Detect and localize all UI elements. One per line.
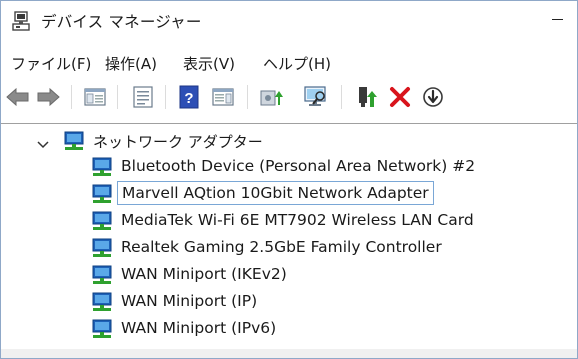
toolbar-separator bbox=[165, 85, 166, 109]
device-manager-app-icon bbox=[12, 11, 30, 31]
toolbar-separator bbox=[341, 85, 342, 109]
enable-device-button[interactable] bbox=[353, 83, 381, 111]
menu-help[interactable]: ヘルプ(H) bbox=[263, 53, 331, 74]
uninstall-device-button[interactable] bbox=[386, 83, 414, 111]
device-tree: ネットワーク アダプター Bluetooth Device (Personal … bbox=[1, 123, 577, 358]
menu-action[interactable]: 操作(A) bbox=[105, 53, 157, 74]
back-arrow-icon bbox=[6, 87, 29, 107]
network-adapter-icon bbox=[63, 131, 85, 151]
network-adapter-icon bbox=[91, 184, 113, 204]
horizontal-scrollbar[interactable] bbox=[1, 349, 577, 358]
tree-device-row-selected[interactable]: Marvell AQtion 10Gbit Network Adapter bbox=[1, 181, 577, 207]
tree-device-row[interactable]: WAN Miniport (IP) bbox=[1, 289, 577, 315]
toolbar: ? bbox=[1, 79, 577, 117]
update-driver-icon bbox=[260, 90, 283, 106]
show-hide-tree-button[interactable] bbox=[81, 83, 109, 111]
category-label: ネットワーク アダプター bbox=[93, 133, 263, 151]
minimize-button[interactable] bbox=[541, 1, 577, 35]
network-adapter-icon bbox=[91, 211, 113, 231]
network-adapter-icon bbox=[91, 157, 113, 177]
title-bar: デバイス マネージャー bbox=[1, 1, 577, 41]
scan-hardware-icon bbox=[304, 86, 326, 106]
toolbar-separator bbox=[117, 85, 118, 109]
menu-file[interactable]: ファイル(F) bbox=[11, 53, 91, 74]
help-button[interactable]: ? bbox=[175, 83, 203, 111]
action-pane-button[interactable] bbox=[209, 83, 237, 111]
tree-device-row[interactable]: MediaTek Wi-Fi 6E MT7902 Wireless LAN Ca… bbox=[1, 208, 577, 234]
tree-category-network-adapters[interactable]: ネットワーク アダプター bbox=[1, 128, 577, 154]
disable-device-icon bbox=[423, 87, 443, 107]
device-label: WAN Miniport (IPv6) bbox=[121, 319, 277, 337]
tree-device-row[interactable]: Realtek Gaming 2.5GbE Family Controller bbox=[1, 235, 577, 261]
network-adapter-icon bbox=[91, 238, 113, 258]
network-adapter-icon bbox=[91, 292, 113, 312]
show-hide-console-tree-icon bbox=[84, 88, 106, 106]
update-driver-button[interactable] bbox=[257, 83, 285, 111]
device-manager-window: デバイス マネージャー ファイル(F) 操作(A) 表示(V) ヘルプ(H) ?… bbox=[0, 0, 578, 359]
tree-device-row[interactable]: Bluetooth Device (Personal Area Network)… bbox=[1, 154, 577, 180]
window-title: デバイス マネージャー bbox=[41, 13, 202, 31]
tree-device-row[interactable]: WAN Miniport (IKEv2) bbox=[1, 262, 577, 288]
device-label: WAN Miniport (IP) bbox=[121, 292, 258, 310]
enable-device-icon bbox=[359, 87, 377, 107]
minimize-icon bbox=[552, 19, 563, 20]
svg-text:?: ? bbox=[184, 90, 193, 107]
device-label: MediaTek Wi-Fi 6E MT7902 Wireless LAN Ca… bbox=[121, 211, 474, 229]
forward-button[interactable] bbox=[34, 83, 62, 111]
action-pane-icon bbox=[212, 88, 234, 106]
scan-hardware-button[interactable] bbox=[301, 83, 329, 111]
toolbar-separator bbox=[247, 85, 248, 109]
menu-bar: ファイル(F) 操作(A) 表示(V) ヘルプ(H) bbox=[1, 45, 577, 79]
device-label: Marvell AQtion 10Gbit Network Adapter bbox=[117, 181, 434, 205]
properties-button[interactable] bbox=[129, 83, 157, 111]
device-label: WAN Miniport (IKEv2) bbox=[121, 265, 287, 283]
back-button[interactable] bbox=[4, 83, 32, 111]
chevron-down-icon[interactable] bbox=[37, 135, 49, 149]
device-label: Realtek Gaming 2.5GbE Family Controller bbox=[121, 238, 442, 256]
tree-device-row[interactable]: WAN Miniport (IPv6) bbox=[1, 316, 577, 342]
device-label: Bluetooth Device (Personal Area Network)… bbox=[121, 157, 476, 175]
network-adapter-icon bbox=[91, 265, 113, 285]
properties-sheet-icon bbox=[133, 86, 153, 108]
uninstall-device-icon bbox=[390, 87, 410, 107]
toolbar-separator bbox=[71, 85, 72, 109]
network-adapter-icon bbox=[91, 319, 113, 339]
forward-arrow-icon bbox=[37, 87, 60, 107]
disable-device-button[interactable] bbox=[419, 83, 447, 111]
menu-view[interactable]: 表示(V) bbox=[183, 53, 235, 74]
help-icon: ? bbox=[179, 85, 199, 109]
